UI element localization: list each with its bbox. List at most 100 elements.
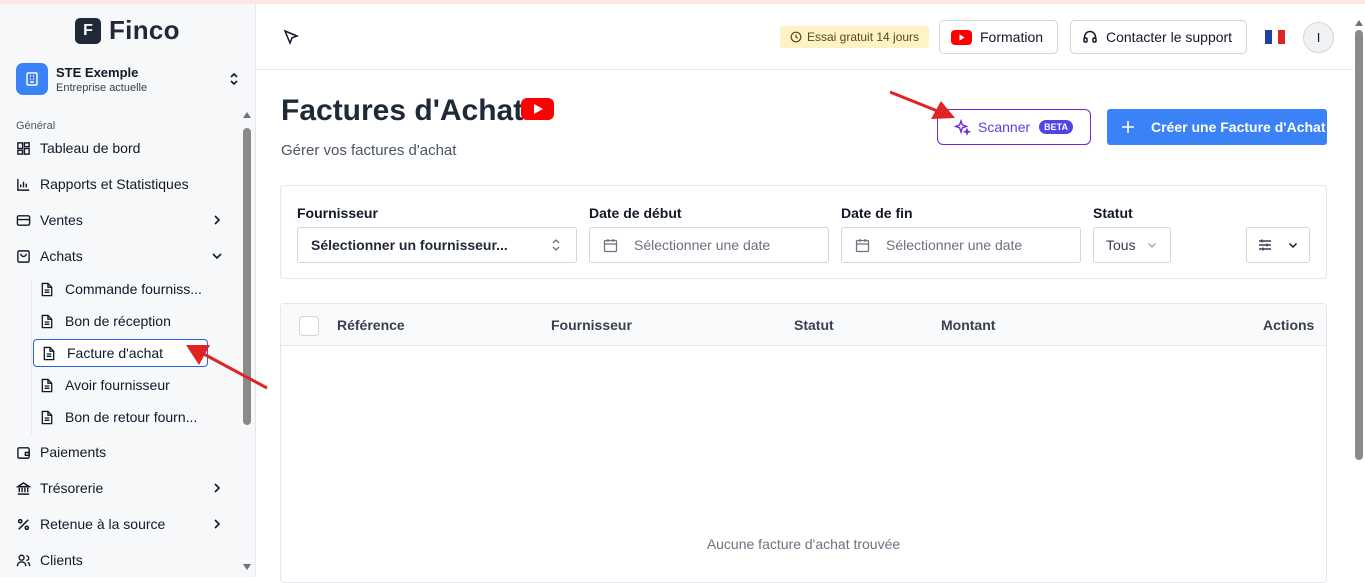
sparkles-icon [954, 118, 971, 136]
card-icon [16, 214, 31, 226]
fr-flag-icon[interactable] [1265, 30, 1286, 44]
chevron-right-icon [214, 483, 221, 493]
sidebar-scroll-down[interactable] [243, 564, 251, 570]
calendar-icon [855, 238, 870, 252]
calendar-icon [603, 238, 618, 252]
document-icon [41, 282, 53, 296]
sidebar-item-label: Rapports et Statistiques [40, 176, 189, 192]
sidebar-subitem-avoir-fournisseur[interactable]: Avoir fournisseur [40, 372, 210, 398]
filters-panel: Fournisseur Date de début Date de fin St… [280, 185, 1327, 279]
submenu-guide-line [31, 280, 32, 434]
cursor-pointer-icon[interactable] [282, 28, 300, 46]
scanner-button[interactable]: Scanner BETA [937, 109, 1091, 145]
start-date-picker[interactable]: Sélectionner une date [589, 227, 829, 263]
sidebar-subitem-label: Commande fourniss... [65, 281, 202, 297]
company-subtitle: Entreprise actuelle [56, 81, 148, 94]
sidebar-item-label: Retenue à la source [40, 516, 166, 532]
end-date-picker[interactable]: Sélectionner une date [841, 227, 1081, 263]
sidebar-subitem-label: Avoir fournisseur [65, 377, 170, 393]
chevrons-up-down-icon [552, 239, 560, 251]
bag-icon [17, 249, 30, 263]
sidebar-item-label: Clients [40, 552, 83, 568]
document-icon [41, 410, 53, 424]
finco-logo-icon: F [75, 17, 101, 44]
plus-icon [1122, 121, 1134, 133]
top-header: Essai gratuit 14 jours Formation Contact… [256, 4, 1353, 70]
start-date-placeholder: Sélectionner une date [634, 237, 771, 253]
sidebar: F Finco STE Exemple Entreprise actuelle … [0, 4, 256, 577]
support-button[interactable]: Contacter le support [1070, 20, 1247, 54]
formation-button[interactable]: Formation [939, 20, 1058, 54]
sidebar-subitem-bon-retour[interactable]: Bon de retour fourn... [40, 404, 210, 430]
sliders-icon [1259, 239, 1271, 251]
sidebar-subitem-bon-reception[interactable]: Bon de réception [40, 308, 210, 334]
sidebar-item-ventes[interactable]: Ventes [16, 207, 228, 233]
clock-icon [790, 31, 802, 43]
sidebar-subitem-label: Bon de réception [65, 313, 171, 329]
sidebar-item-label: Paiements [40, 444, 107, 460]
table-header: Référence Fournisseur Statut Montant Act… [281, 304, 1326, 346]
sidebar-subitem-label: Bon de retour fourn... [65, 409, 198, 425]
dashboard-icon [17, 141, 30, 155]
trial-text: Essai gratuit 14 jours [807, 30, 920, 44]
end-date-label: Date de fin [841, 205, 913, 221]
page-title: Factures d'Achat [281, 94, 524, 127]
column-header-montant[interactable]: Montant [941, 317, 995, 333]
chevrons-up-down-icon [230, 72, 238, 86]
formation-label: Formation [980, 29, 1044, 45]
youtube-icon [951, 29, 972, 45]
app-name: Finco [109, 15, 180, 45]
users-icon [16, 554, 31, 566]
sidebar-item-tresorerie[interactable]: Trésorerie [16, 475, 228, 501]
avatar[interactable]: I [1303, 22, 1334, 53]
select-all-checkbox[interactable] [299, 316, 319, 336]
sidebar-item-retenue[interactable]: Retenue à la source [16, 511, 228, 537]
sidebar-item-dashboard[interactable]: Tableau de bord [16, 135, 228, 161]
sidebar-subitem-commande-fournisseur[interactable]: Commande fourniss... [40, 276, 210, 302]
chevron-down-icon [212, 253, 222, 260]
sidebar-item-reports[interactable]: Rapports et Statistiques [16, 171, 228, 197]
chevron-right-icon [214, 215, 221, 225]
empty-state-message: Aucune facture d'achat trouvée [706, 536, 901, 552]
column-header-reference[interactable]: Référence [337, 317, 405, 333]
document-icon [43, 346, 55, 360]
start-date-label: Date de début [589, 205, 682, 221]
document-icon [41, 314, 53, 328]
trial-badge: Essai gratuit 14 jours [780, 26, 930, 48]
sidebar-item-label: Tableau de bord [40, 140, 141, 156]
sidebar-subitem-label: Facture d'achat [67, 345, 164, 361]
sidebar-scrollbar[interactable] [243, 128, 251, 425]
page-scrollbar[interactable] [1353, 4, 1365, 577]
support-label: Contacter le support [1106, 29, 1233, 45]
wallet-icon [17, 446, 30, 459]
supplier-select[interactable]: Sélectionner un fournisseur... [297, 227, 577, 263]
chevron-down-icon [1288, 242, 1298, 249]
invoices-table: Référence Fournisseur Statut Montant Act… [280, 303, 1327, 583]
building-icon [16, 63, 48, 95]
supplier-select-value: Sélectionner un fournisseur... [311, 237, 508, 253]
sidebar-item-paiements[interactable]: Paiements [16, 439, 228, 465]
column-settings-button[interactable] [1246, 227, 1310, 263]
sidebar-subitem-facture-achat[interactable]: Facture d'achat [33, 339, 208, 367]
chart-icon [17, 178, 30, 191]
chevron-right-icon [214, 519, 221, 529]
app-logo[interactable]: F Finco [75, 15, 180, 46]
supplier-filter-label: Fournisseur [297, 205, 378, 221]
company-switcher[interactable]: STE Exemple Entreprise actuelle [16, 59, 242, 99]
chevron-down-icon [1147, 243, 1156, 248]
youtube-icon[interactable] [521, 98, 554, 120]
sidebar-scroll-up[interactable] [243, 112, 251, 118]
headset-icon [1083, 30, 1097, 43]
create-invoice-button[interactable]: Créer une Facture d'Achat [1107, 109, 1327, 145]
sidebar-item-clients[interactable]: Clients [16, 547, 228, 573]
scanner-label: Scanner [978, 119, 1031, 135]
sidebar-item-label: Ventes [40, 212, 83, 228]
beta-badge: BETA [1039, 120, 1073, 134]
create-invoice-label: Créer une Facture d'Achat [1151, 119, 1326, 135]
document-icon [41, 378, 53, 392]
status-select[interactable]: Tous [1093, 227, 1171, 263]
column-header-statut[interactable]: Statut [794, 317, 834, 333]
bank-icon [16, 481, 31, 495]
sidebar-item-achats[interactable]: Achats [16, 243, 228, 269]
column-header-fournisseur[interactable]: Fournisseur [551, 317, 632, 333]
